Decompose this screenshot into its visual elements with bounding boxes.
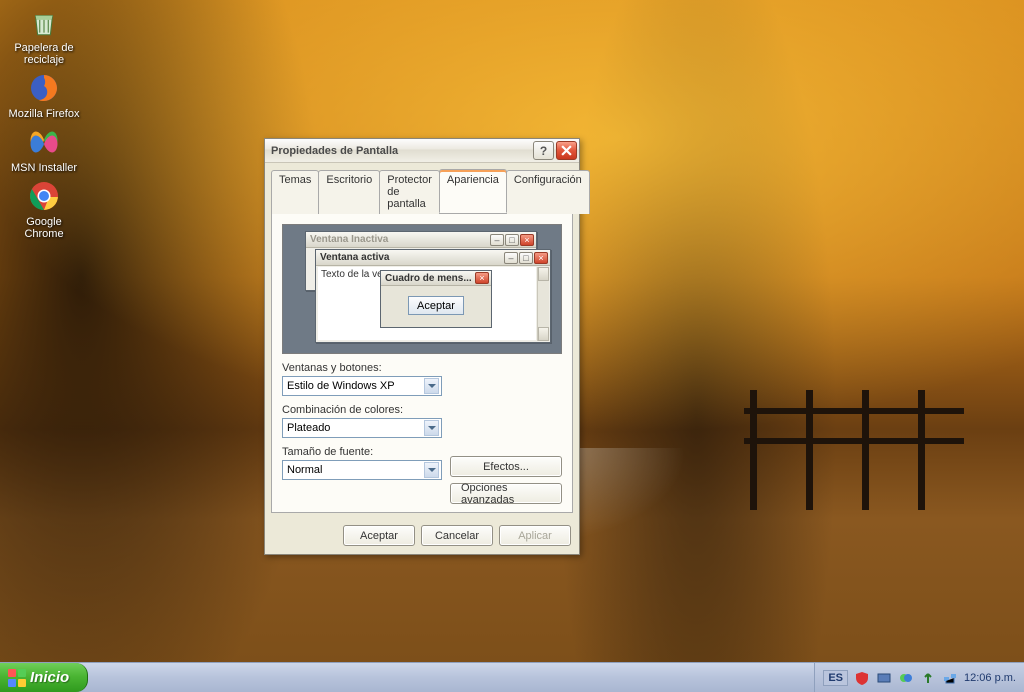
display-properties-dialog: Propiedades de Pantalla ? Temas Escritor… [264, 138, 580, 555]
tab-strip: Temas Escritorio Protector de pantalla A… [265, 163, 579, 213]
taskbar: Inicio ES 12:06 p.m. [0, 662, 1024, 692]
maximize-icon: □ [519, 252, 533, 264]
start-button[interactable]: Inicio [0, 663, 88, 692]
start-label: Inicio [30, 669, 69, 686]
dialog-title: Propiedades de Pantalla [271, 145, 531, 157]
tab-configuracion[interactable]: Configuración [506, 170, 590, 214]
preview-msgbox-title: Cuadro de mens... [385, 273, 474, 284]
windows-buttons-combo[interactable]: Estilo de Windows XP [282, 376, 442, 396]
tray-usb-icon[interactable] [920, 670, 936, 686]
chevron-down-icon [424, 462, 439, 478]
help-button[interactable]: ? [533, 141, 554, 160]
desktop-icon-label: Google Chrome [4, 216, 84, 240]
close-icon: × [534, 252, 548, 264]
windows-buttons-value: Estilo de Windows XP [287, 380, 424, 392]
chrome-icon [26, 178, 62, 214]
desktop-icon-recycle-bin[interactable]: Papelera de reciclaje [4, 4, 84, 66]
desktop-icon-label: MSN Installer [4, 162, 84, 174]
color-scheme-combo[interactable]: Plateado [282, 418, 442, 438]
tray-task-icon[interactable] [876, 670, 892, 686]
advanced-options-button[interactable]: Opciones avanzadas [450, 483, 562, 504]
preview-message-box: Cuadro de mens... × Aceptar [380, 270, 492, 328]
color-scheme-label: Combinación de colores: [282, 404, 562, 416]
windows-logo-icon [8, 669, 26, 687]
color-scheme-value: Plateado [287, 422, 424, 434]
dialog-titlebar[interactable]: Propiedades de Pantalla ? [265, 139, 579, 163]
wallpaper-fence [744, 390, 964, 500]
minimize-icon: – [504, 252, 518, 264]
language-indicator[interactable]: ES [823, 670, 848, 686]
preview-scrollbar [537, 267, 549, 341]
tray-msn-icon[interactable] [898, 670, 914, 686]
cancel-button[interactable]: Cancelar [421, 525, 493, 546]
recycle-bin-icon [26, 4, 62, 40]
chevron-down-icon [424, 378, 439, 394]
windows-buttons-label: Ventanas y botones: [282, 362, 562, 374]
tab-escritorio[interactable]: Escritorio [318, 170, 380, 214]
close-icon: × [475, 272, 489, 284]
effects-button[interactable]: Efectos... [450, 456, 562, 477]
preview-inactive-title: Ventana Inactiva [310, 234, 489, 245]
close-icon [561, 145, 572, 156]
preview-active-window: Ventana activa – □ × Texto de la vent Cu… [315, 249, 551, 343]
msn-butterfly-icon [26, 124, 62, 160]
desktop-icon-google-chrome[interactable]: Google Chrome [4, 178, 84, 240]
desktop-icon-msn-installer[interactable]: MSN Installer [4, 124, 84, 174]
tab-temas[interactable]: Temas [271, 170, 319, 214]
system-tray: ES 12:06 p.m. [814, 663, 1024, 692]
desktop-icons: Papelera de reciclaje Mozilla Firefox MS… [4, 0, 94, 240]
apply-button[interactable]: Aplicar [499, 525, 571, 546]
font-size-label: Tamaño de fuente: [282, 446, 442, 458]
font-size-combo[interactable]: Normal [282, 460, 442, 480]
ok-button[interactable]: Aceptar [343, 525, 415, 546]
preview-active-title: Ventana activa [320, 252, 503, 263]
close-icon: × [520, 234, 534, 246]
font-size-value: Normal [287, 464, 424, 476]
desktop-icon-label: Papelera de reciclaje [4, 42, 84, 66]
tab-page-apariencia: Ventana Inactiva – □ × Ventana activa – … [271, 213, 573, 513]
maximize-icon: □ [505, 234, 519, 246]
preview-msgbox-ok: Aceptar [408, 296, 464, 315]
minimize-icon: – [490, 234, 504, 246]
desktop-icon-label: Mozilla Firefox [4, 108, 84, 120]
tray-security-icon[interactable] [854, 670, 870, 686]
firefox-icon [26, 70, 62, 106]
desktop-icon-firefox[interactable]: Mozilla Firefox [4, 70, 84, 120]
appearance-preview: Ventana Inactiva – □ × Ventana activa – … [282, 224, 562, 354]
tab-protector[interactable]: Protector de pantalla [379, 170, 440, 214]
tab-apariencia[interactable]: Apariencia [439, 169, 507, 213]
close-button[interactable] [556, 141, 577, 160]
chevron-down-icon [424, 420, 439, 436]
dialog-action-buttons: Aceptar Cancelar Aplicar [265, 519, 579, 554]
tray-network-icon[interactable] [942, 670, 958, 686]
clock[interactable]: 12:06 p.m. [964, 672, 1016, 684]
